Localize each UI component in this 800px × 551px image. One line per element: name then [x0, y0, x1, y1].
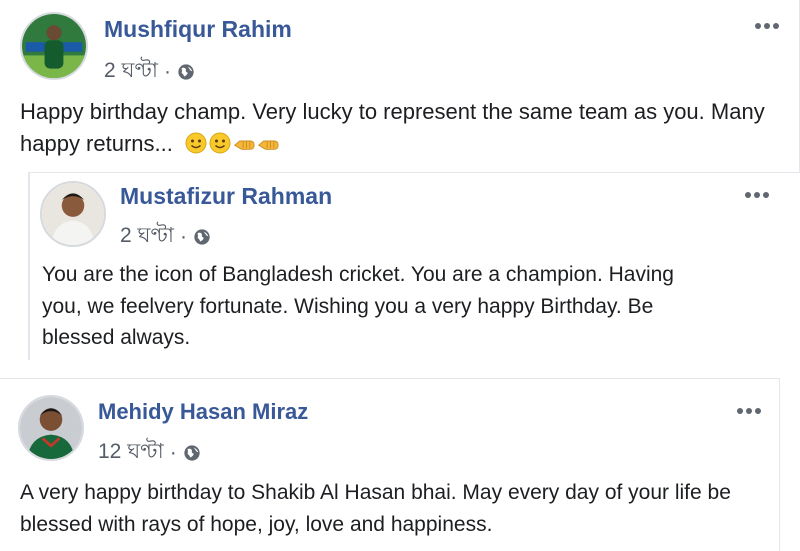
meta-separator: ·	[169, 440, 177, 464]
post-text: Happy birthday champ. Very lucky to repr…	[20, 96, 780, 160]
author-name[interactable]: Mehidy Hasan Miraz	[98, 399, 308, 425]
avatar-image	[42, 183, 104, 245]
globe-icon	[183, 444, 201, 462]
more-options-icon[interactable]	[734, 403, 764, 419]
post-text: You are the icon of Bangladesh cricket. …	[42, 263, 674, 349]
more-options-icon[interactable]	[752, 18, 782, 34]
post-mustafizur: Mustafizur Rahman 2 ঘণ্টা · You are the …	[28, 172, 800, 360]
post-meta: 2 ঘণ্টা ·	[120, 219, 211, 254]
timestamp[interactable]: 2 ঘণ্টা	[120, 219, 174, 254]
post-mushfiqur: Mushfiqur Rahim 2 ঘণ্টা · Happy birthday…	[0, 0, 800, 172]
globe-icon	[177, 63, 195, 81]
emoji-row	[185, 131, 279, 154]
author-name[interactable]: Mustafizur Rahman	[120, 183, 332, 210]
timestamp[interactable]: 12 ঘণ্টা	[98, 435, 164, 470]
avatar-image	[20, 397, 82, 459]
smiley-emoji-icon	[185, 131, 207, 154]
author-name[interactable]: Mushfiqur Rahim	[104, 16, 292, 43]
more-options-icon[interactable]	[742, 187, 772, 203]
meta-separator: ·	[180, 224, 187, 248]
avatar-mushfiqur[interactable]	[20, 12, 88, 80]
globe-icon	[193, 228, 211, 246]
avatar-image	[22, 14, 86, 78]
meta-separator: ·	[164, 59, 171, 83]
post-meta: 2 ঘণ্টা ·	[104, 54, 195, 89]
post-mehidy: Mehidy Hasan Miraz 12 ঘণ্টা · A very hap…	[0, 378, 780, 551]
smiley-emoji-icon	[209, 131, 231, 154]
post-text: A very happy birthday to Shakib Al Hasan…	[20, 481, 731, 536]
avatar-mehidy[interactable]	[18, 395, 84, 461]
post-text-body: Happy birthday champ. Very lucky to repr…	[20, 99, 765, 156]
fist-emoji-icon	[257, 131, 279, 153]
fist-emoji-icon	[233, 131, 255, 153]
avatar-mustafizur[interactable]	[40, 181, 106, 247]
post-meta: 12 ঘণ্টা ·	[98, 435, 201, 470]
timestamp[interactable]: 2 ঘণ্টা	[104, 54, 158, 89]
